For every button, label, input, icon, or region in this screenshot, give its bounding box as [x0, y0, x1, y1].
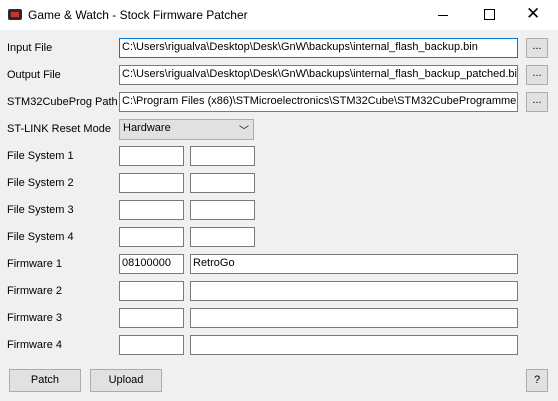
file-system-1-label: File System 1 [7, 150, 74, 162]
cubeprog-path-label: STM32CubeProg Path [7, 96, 118, 108]
file-system-1-name[interactable] [190, 146, 255, 166]
patcher-form: Input File C:\Users\rigualva\Desktop\Des… [0, 30, 558, 401]
firmware-4-label: Firmware 4 [7, 339, 63, 351]
firmware-3-name[interactable] [190, 308, 518, 328]
output-file-label: Output File [7, 69, 61, 81]
app-icon [8, 9, 22, 20]
reset-mode-label: ST-LINK Reset Mode [7, 123, 111, 135]
firmware-4-address[interactable] [119, 335, 184, 355]
cubeprog-browse-button[interactable]: ... [526, 92, 548, 112]
cubeprog-path-field[interactable]: C:\Program Files (x86)\STMicroelectronic… [119, 92, 518, 112]
firmware-1-label: Firmware 1 [7, 258, 63, 270]
minimize-button[interactable] [420, 0, 466, 30]
help-button[interactable]: ? [526, 369, 548, 392]
file-system-4-address[interactable] [119, 227, 184, 247]
close-icon: ✕ [526, 4, 541, 24]
file-system-2-address[interactable] [119, 173, 184, 193]
firmware-2-name[interactable] [190, 281, 518, 301]
reset-mode-select[interactable]: Hardware ﹀ [119, 119, 254, 140]
firmware-3-address[interactable] [119, 308, 184, 328]
title-bar: Game & Watch - Stock Firmware Patcher ✕ [0, 0, 558, 30]
firmware-2-label: Firmware 2 [7, 285, 63, 297]
file-system-4-label: File System 4 [7, 231, 74, 243]
file-system-2-name[interactable] [190, 173, 255, 193]
file-system-3-address[interactable] [119, 200, 184, 220]
close-button[interactable]: ✕ [512, 0, 558, 30]
file-system-2-label: File System 2 [7, 177, 74, 189]
maximize-icon [484, 9, 495, 20]
file-system-1-address[interactable] [119, 146, 184, 166]
patch-button[interactable]: Patch [9, 369, 81, 392]
upload-button[interactable]: Upload [90, 369, 162, 392]
output-file-field[interactable]: C:\Users\rigualva\Desktop\Desk\GnW\backu… [119, 65, 518, 85]
file-system-3-name[interactable] [190, 200, 255, 220]
chevron-down-icon: ﹀ [239, 126, 249, 137]
firmware-1-name[interactable]: RetroGo [190, 254, 518, 274]
file-system-4-name[interactable] [190, 227, 255, 247]
window-title: Game & Watch - Stock Firmware Patcher [28, 8, 248, 22]
firmware-4-name[interactable] [190, 335, 518, 355]
firmware-2-address[interactable] [119, 281, 184, 301]
input-file-field[interactable]: C:\Users\rigualva\Desktop\Desk\GnW\backu… [119, 38, 518, 58]
firmware-1-address[interactable]: 08100000 [119, 254, 184, 274]
maximize-button[interactable] [466, 0, 512, 30]
firmware-3-label: Firmware 3 [7, 312, 63, 324]
input-file-label: Input File [7, 42, 53, 54]
output-file-browse-button[interactable]: ... [526, 65, 548, 85]
input-file-browse-button[interactable]: ... [526, 38, 548, 58]
reset-mode-value: Hardware [123, 122, 171, 134]
file-system-3-label: File System 3 [7, 204, 74, 216]
minimize-icon [438, 15, 448, 16]
